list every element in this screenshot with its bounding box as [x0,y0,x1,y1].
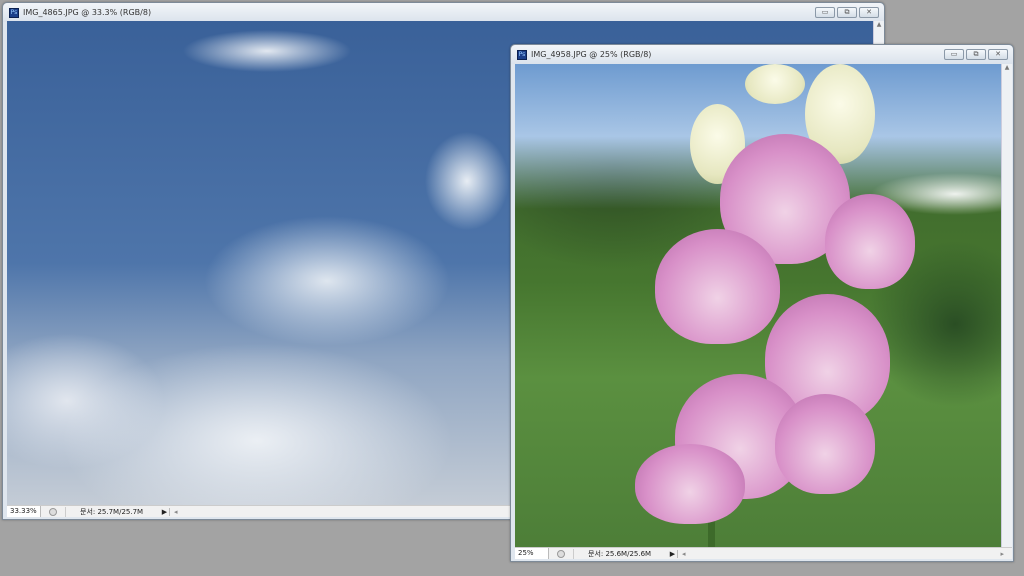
vertical-scrollbar[interactable]: ▲ [1001,64,1012,547]
document-window-flower: Ps IMG_4958.JPG @ 25% (RGB/8) ▭ ⧉ ✕ ▲ 25… [510,44,1014,562]
doc-size: 문서: 25.6M/25.6M [573,548,668,559]
title-bar[interactable]: Ps IMG_4865.JPG @ 33.3% (RGB/8) ▭ ⧉ ✕ [3,3,884,22]
restore-button[interactable]: ⧉ [837,7,857,18]
photoshop-icon: Ps [517,49,527,60]
flower-bell [635,444,745,524]
window-title: IMG_4865.JPG @ 33.3% (RGB/8) [23,8,152,17]
zoom-field[interactable]: 25% [515,548,549,559]
flower-bell [775,394,875,494]
title-bar[interactable]: Ps IMG_4958.JPG @ 25% (RGB/8) ▭ ⧉ ✕ [511,45,1013,64]
zoom-field[interactable]: 33.33% [7,506,41,517]
flower-bell [825,194,915,289]
scroll-up-icon[interactable]: ▲ [874,21,884,28]
scroll-left-icon[interactable]: ◂ [682,550,686,558]
minimize-button[interactable]: ▭ [944,49,964,60]
status-menu-arrow[interactable]: ▶ [160,507,170,516]
status-bar: 25% 문서: 25.6M/25.6M ▶ ◂ ▸ [515,547,1012,559]
status-menu-arrow[interactable]: ▶ [668,549,678,558]
info-icon[interactable] [49,507,57,516]
horizontal-scrollbar[interactable]: ◂ ▸ [678,550,1012,558]
scroll-left-icon[interactable]: ◂ [174,508,178,516]
scroll-right-icon[interactable]: ▸ [1000,550,1004,558]
close-button[interactable]: ✕ [859,7,879,18]
restore-button[interactable]: ⧉ [966,49,986,60]
bud [745,64,805,104]
flower-bell [655,229,780,344]
info-icon[interactable] [557,549,565,558]
close-button[interactable]: ✕ [988,49,1008,60]
doc-size: 문서: 25.7M/25.7M [65,506,160,517]
photoshop-icon: Ps [9,7,19,18]
image-canvas[interactable] [515,64,1001,547]
foxglove-photo [515,64,1001,547]
window-title: IMG_4958.JPG @ 25% (RGB/8) [531,50,652,59]
scroll-up-icon[interactable]: ▲ [1002,64,1012,71]
minimize-button[interactable]: ▭ [815,7,835,18]
